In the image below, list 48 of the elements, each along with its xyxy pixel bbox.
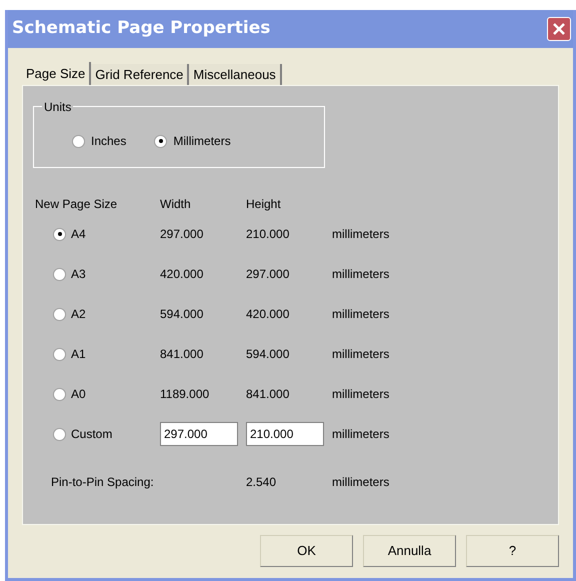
height-value: 594.000: [246, 346, 290, 363]
column-header: Height: [246, 196, 282, 213]
width-field[interactable]: 297.000: [160, 422, 238, 446]
spacing-label: Pin-to-Pin Spacing:: [50, 474, 155, 491]
window-title: Schematic Page Properties: [12, 17, 270, 40]
radio-button[interactable]: [53, 228, 66, 240]
height-value: 297.000: [246, 266, 290, 283]
dialog-button[interactable]: OK: [260, 535, 353, 567]
unit-label: millimeters: [332, 386, 390, 403]
unit-label: millimeters: [332, 266, 390, 283]
radio-label: Custom: [71, 426, 112, 443]
radio-button[interactable]: [53, 428, 66, 440]
width-value: 1189.000: [160, 386, 210, 403]
width-value: 841.000: [160, 346, 204, 363]
radio-button[interactable]: [72, 134, 85, 148]
radio-button[interactable]: [53, 388, 66, 400]
column-header: New Page Size: [34, 196, 118, 213]
radio-button[interactable]: [154, 134, 168, 148]
tab[interactable]: Grid Reference: [91, 64, 190, 85]
width-value: 297.000: [160, 226, 204, 243]
height-value: 420.000: [246, 306, 290, 323]
dialog-button[interactable]: Annulla: [363, 535, 456, 567]
radio-label: A1: [71, 346, 86, 363]
tab[interactable]: Miscellaneous: [189, 64, 282, 85]
spacing-value: 2.540: [246, 474, 278, 491]
height-field[interactable]: 210.000: [246, 422, 324, 446]
unit-label: millimeters: [332, 226, 390, 243]
radio-button[interactable]: [53, 268, 66, 280]
radio-label: Inches: [91, 133, 126, 150]
radio-label: Millimeters: [173, 133, 231, 150]
radio-label: A2: [71, 306, 86, 323]
height-value: 841.000: [246, 386, 290, 403]
close-icon: [552, 22, 566, 36]
width-value: 420.000: [160, 266, 204, 283]
radio-label: A0: [71, 386, 86, 403]
unit-label: millimeters: [332, 306, 390, 323]
width-value: 594.000: [160, 306, 204, 323]
radio-label: A3: [71, 266, 86, 283]
close-button[interactable]: [547, 17, 571, 41]
radio-label: A4: [71, 226, 86, 243]
radio-button[interactable]: [53, 308, 66, 320]
dialog-button[interactable]: ?: [466, 535, 559, 567]
height-value: 210.000: [246, 226, 290, 243]
unit-label: millimeters: [332, 474, 390, 491]
column-header: Width: [160, 196, 192, 213]
radio-button[interactable]: [53, 348, 66, 360]
unit-label: millimeters: [332, 346, 390, 363]
unit-label: millimeters: [332, 426, 390, 443]
